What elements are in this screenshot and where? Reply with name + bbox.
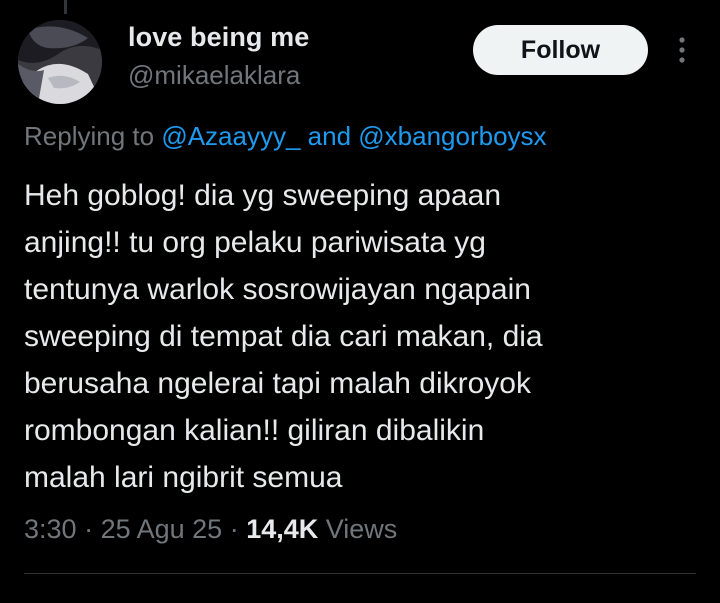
tweet-date[interactable]: 25 Agu 25 bbox=[101, 514, 223, 544]
mention-link-2[interactable]: @xbangorboysx bbox=[358, 121, 546, 151]
more-vertical-icon bbox=[679, 37, 685, 63]
tweet-metadata: 3:30 · 25 Agu 25 · 14,4K Views bbox=[24, 514, 397, 545]
views-count: 14,4K bbox=[246, 514, 319, 544]
replying-to-label: Replying to bbox=[24, 121, 162, 151]
meta-separator: · bbox=[76, 514, 101, 544]
thread-connector-line bbox=[64, 0, 67, 14]
divider bbox=[24, 573, 696, 574]
meta-separator: · bbox=[222, 514, 247, 544]
mention-link-1[interactable]: @Azaayyy_ bbox=[161, 121, 300, 151]
views-label: Views bbox=[318, 514, 398, 544]
avatar[interactable] bbox=[18, 20, 102, 104]
avatar-image bbox=[18, 20, 102, 104]
follow-button[interactable]: Follow bbox=[473, 25, 648, 75]
replying-to-line: Replying to @Azaayyy_ and @xbangorboysx bbox=[24, 121, 547, 152]
tweet-text: Heh goblog! dia yg sweeping apaan anjing… bbox=[24, 179, 543, 494]
replying-to-connector: and bbox=[300, 121, 359, 151]
tweet-time[interactable]: 3:30 bbox=[24, 514, 77, 544]
more-options-button[interactable] bbox=[664, 30, 700, 70]
author-display-name[interactable]: love being me bbox=[128, 22, 309, 53]
author-handle[interactable]: @mikaelaklara bbox=[128, 60, 300, 91]
